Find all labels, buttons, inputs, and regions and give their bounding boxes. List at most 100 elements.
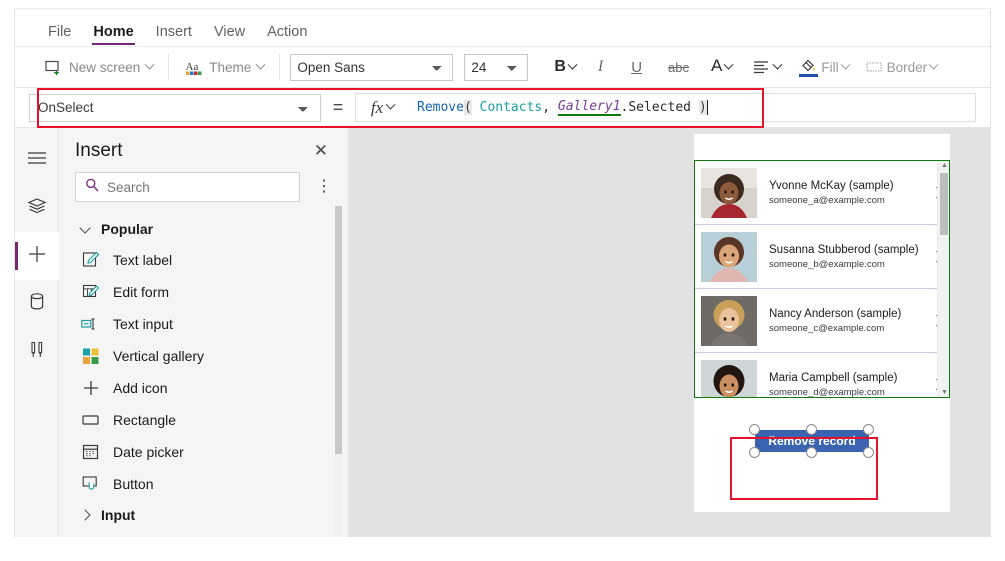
menu-item-insert[interactable]: Insert <box>145 24 203 47</box>
rail-data-button[interactable] <box>15 280 59 328</box>
formula-token-plain: , <box>542 100 558 115</box>
chevron-down-icon <box>79 221 91 234</box>
menu-bar: File Home Insert View Action <box>15 9 990 47</box>
vertical-gallery-icon <box>81 347 100 366</box>
scroll-down-icon[interactable]: ▼ <box>941 389 948 396</box>
insert-item-rectangle[interactable]: Rectangle <box>59 404 348 436</box>
italic-button[interactable]: I <box>586 56 615 78</box>
gallery-row[interactable]: Nancy Anderson (sample) someone_c@exampl… <box>695 289 949 353</box>
scrollbar-thumb[interactable] <box>940 173 948 235</box>
formula-input[interactable]: Remove( Contacts, Gallery1 .Selected ) <box>409 93 976 122</box>
button-control-selection: Remove record <box>747 422 877 460</box>
rail-insert-button[interactable] <box>15 232 59 280</box>
bold-button[interactable]: B <box>548 56 582 78</box>
insert-item-label: Rectangle <box>113 412 177 428</box>
fx-button[interactable]: fx <box>355 93 409 122</box>
strikethrough-button[interactable]: abc <box>658 58 699 77</box>
font-group: Open SansLatoSegoe UIArial 8101214182436 <box>280 47 538 88</box>
app-canvas: Yvonne McKay (sample) someone_a@example.… <box>349 128 990 537</box>
gallery-scrollbar[interactable]: ▲ ▼ <box>937 161 949 397</box>
equals-sign: = <box>332 97 344 117</box>
gallery-row[interactable]: Maria Campbell (sample) someone_d@exampl… <box>695 353 949 398</box>
theme-label: Theme <box>209 59 252 75</box>
chevron-down-icon <box>928 59 939 70</box>
date-picker-icon <box>81 443 100 462</box>
insert-plus-icon <box>27 244 47 269</box>
gallery-row-text: Maria Campbell (sample) someone_d@exampl… <box>757 372 925 398</box>
formula-token-paren: ) <box>698 100 707 115</box>
resize-handle-nw[interactable] <box>749 424 760 435</box>
menu-item-action[interactable]: Action <box>256 24 318 47</box>
gallery-row-text: Susanna Stubberod (sample) someone_b@exa… <box>757 244 925 270</box>
chevron-down-icon <box>144 59 155 70</box>
insert-panel-scrollbar[interactable] <box>335 206 342 537</box>
font-color-button[interactable]: A <box>703 55 740 79</box>
insert-item-text-input[interactable]: Text input <box>59 308 348 340</box>
media-tools-icon <box>28 340 46 364</box>
insert-item-date-picker[interactable]: Date picker <box>59 436 348 468</box>
theme-group: Aa Theme <box>169 47 279 88</box>
gallery-row-text: Nancy Anderson (sample) someone_c@exampl… <box>757 308 925 334</box>
insert-item-text-label[interactable]: Text label <box>59 244 348 276</box>
font-size-select[interactable]: 8101214182436 <box>464 53 529 81</box>
left-rail <box>15 128 59 537</box>
more-options-icon[interactable]: ⋮ <box>310 178 338 194</box>
border-icon <box>865 58 884 77</box>
insert-item-label: Text input <box>113 316 173 332</box>
formula-token-table: Contacts <box>471 100 543 115</box>
new-screen-button[interactable]: New screen <box>39 54 158 81</box>
contact-email: someone_c@example.com <box>769 322 885 334</box>
insert-item-vertical-gallery[interactable]: Vertical gallery <box>59 340 348 372</box>
formula-token-paren: ( <box>463 100 472 115</box>
close-icon[interactable]: ✕ <box>310 140 332 161</box>
chevron-down-icon <box>772 59 783 70</box>
insert-item-list: Popular Text label Edit form Text input … <box>59 212 348 537</box>
fill-button[interactable]: Fill <box>793 56 854 79</box>
search-input[interactable]: Search <box>75 172 300 202</box>
underline-button[interactable]: U <box>619 57 654 78</box>
search-placeholder: Search <box>107 179 150 195</box>
theme-aa-icon: Aa <box>184 58 203 77</box>
chevron-down-icon <box>723 59 734 70</box>
resize-handle-ne[interactable] <box>863 424 874 435</box>
workspace: Insert ✕ Search ⋮ Popular Text label Edi… <box>15 128 990 537</box>
chevron-down-icon <box>255 59 266 70</box>
contact-email: someone_a@example.com <box>769 194 885 206</box>
resize-handle-sw[interactable] <box>749 447 760 458</box>
contact-name: Susanna Stubberod (sample) <box>769 243 919 256</box>
menu-item-file[interactable]: File <box>37 24 82 47</box>
new-screen-icon <box>44 58 63 77</box>
align-button[interactable] <box>744 56 789 79</box>
border-button[interactable]: Border <box>859 56 944 79</box>
gallery-control[interactable]: Yvonne McKay (sample) someone_a@example.… <box>694 160 950 398</box>
menu-item-view[interactable]: View <box>203 24 256 47</box>
theme-button[interactable]: Aa Theme <box>179 54 269 81</box>
insert-group-input[interactable]: Input <box>59 500 348 530</box>
resize-handle-s[interactable] <box>806 447 817 458</box>
insert-group-popular-label: Popular <box>101 221 154 237</box>
gallery-row[interactable]: Susanna Stubberod (sample) someone_b@exa… <box>695 225 949 289</box>
gallery-row[interactable]: Yvonne McKay (sample) someone_a@example.… <box>695 161 949 225</box>
insert-item-edit-form[interactable]: Edit form <box>59 276 348 308</box>
insert-group-popular[interactable]: Popular <box>59 214 348 244</box>
insert-item-label: Vertical gallery <box>113 348 205 364</box>
scroll-up-icon[interactable]: ▲ <box>941 162 948 169</box>
avatar <box>701 359 757 397</box>
resize-handle-n[interactable] <box>806 424 817 435</box>
font-family-select[interactable]: Open SansLatoSegoe UIArial <box>290 53 454 81</box>
contact-name: Nancy Anderson (sample) <box>769 307 902 320</box>
insert-item-add-icon[interactable]: Add icon <box>59 372 348 404</box>
database-icon <box>28 292 46 316</box>
button-icon <box>81 475 100 494</box>
property-select[interactable]: OnSelectTextFillVisibleDisplayMode <box>29 93 321 122</box>
fill-bucket-icon <box>799 58 819 77</box>
resize-handle-se[interactable] <box>863 447 874 458</box>
rail-media-button[interactable] <box>15 328 59 376</box>
insert-item-button[interactable]: Button <box>59 468 348 500</box>
insert-item-label: Text label <box>113 252 173 268</box>
rail-tree-view-button[interactable] <box>15 184 59 232</box>
rail-menu-icon-button[interactable] <box>15 136 59 184</box>
menu-item-home[interactable]: Home <box>82 24 144 47</box>
avatar <box>701 295 757 346</box>
scrollbar-thumb[interactable] <box>335 206 342 454</box>
